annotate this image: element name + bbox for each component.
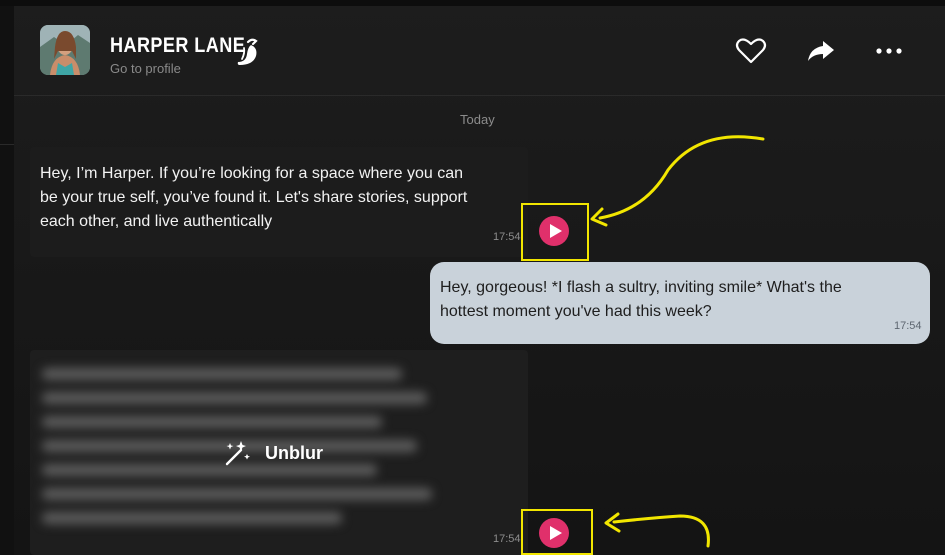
highlight-box: [521, 509, 593, 555]
outgoing-message: Hey, gorgeous! *I flash a sultry, inviti…: [430, 262, 930, 344]
blurred-message: Unblur: [30, 350, 528, 555]
incoming-message: Hey, I’m Harper. If you’re looking for a…: [30, 147, 528, 257]
unblur-button[interactable]: Unblur: [223, 438, 323, 468]
heart-icon[interactable]: [734, 36, 768, 66]
message-time: 17:54: [493, 533, 521, 545]
unblur-label: Unblur: [265, 442, 323, 463]
message-time: 17:54: [493, 231, 521, 243]
date-separator: Today: [460, 112, 495, 127]
annotation-arrow: [598, 135, 765, 220]
avatar[interactable]: [40, 25, 90, 75]
avatar-image: [40, 25, 90, 75]
highlight-box: [521, 203, 589, 261]
divider: [0, 144, 14, 145]
left-rail: [0, 6, 14, 555]
arrow-head: [590, 207, 608, 227]
go-to-profile-link[interactable]: Go to profile: [110, 61, 181, 76]
share-icon[interactable]: [804, 36, 838, 66]
more-icon[interactable]: [872, 36, 906, 66]
annotation-arrow: [612, 514, 710, 548]
message-text: Hey, I’m Harper. If you’re looking for a…: [40, 165, 468, 230]
contact-name: HARPER LANE: [110, 34, 246, 57]
magic-wand-icon: [225, 441, 250, 466]
message-text: Hey, gorgeous! *I flash a sultry, inviti…: [440, 279, 842, 320]
message-time: 17:54: [894, 320, 922, 332]
arrow-head: [604, 512, 621, 533]
chat-header: HARPER LANE Go to profile: [14, 6, 945, 96]
pepper-icon: [237, 38, 258, 65]
app-window: HARPER LANE Go to profile Today Hey, I’m…: [0, 0, 945, 555]
